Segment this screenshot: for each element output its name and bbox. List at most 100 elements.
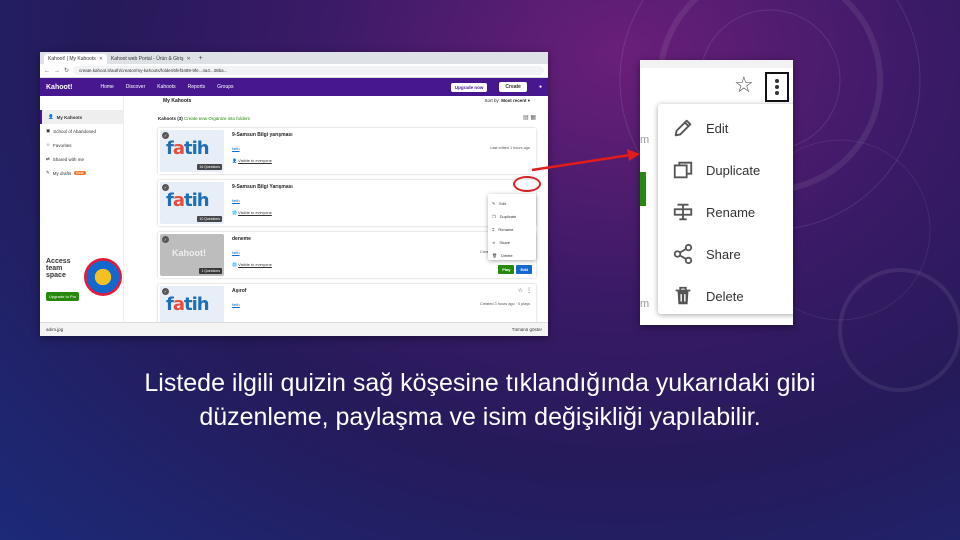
question-count: 16 Questions — [197, 164, 222, 170]
kebab-menu-icon[interactable] — [765, 72, 789, 102]
trash-icon — [675, 286, 691, 305]
sidebar-item-shared[interactable]: ⇄ Shared with me — [40, 152, 123, 166]
nav-groups[interactable]: Groups — [217, 84, 233, 90]
menu-item-delete[interactable]: Delete — [658, 276, 793, 316]
upgrade-button[interactable]: Upgrade now — [450, 82, 488, 92]
create-new-link[interactable]: Create new — [184, 116, 207, 121]
reload-icon[interactable]: ↻ — [64, 67, 69, 74]
context-menu: Edit Duplicate Rename Share Delete — [658, 104, 793, 314]
upgrade-pro-button[interactable]: Upgrade to Pro — [46, 292, 80, 301]
kahoot-placeholder-logo: Kahoot! — [172, 248, 206, 258]
rename-icon: ⌶ — [492, 227, 495, 232]
fatih-logo: fatih — [166, 294, 210, 315]
kahoot-thumbnail: ✓ fatih 16 Questions — [160, 130, 224, 172]
kahoot-author[interactable]: fatih — [232, 250, 240, 255]
kahoot-meta: Last edited 1 hours ago — [490, 146, 530, 150]
address-bar: ← → ↻ create.kahoot.it/auth/creator/my-k… — [40, 64, 548, 78]
download-file[interactable]: adım.jpg — [46, 327, 63, 332]
menu-item-share[interactable]: Share — [658, 234, 793, 274]
highlight-circle — [513, 176, 541, 192]
forward-icon[interactable]: → — [54, 68, 60, 74]
kahoot-visibility: 👤 Visible to everyone — [232, 158, 272, 163]
kahoot-card[interactable]: ✓ fatih 16 Questions 9-Samsun Bilgi yarı… — [158, 128, 536, 174]
nav-home[interactable]: Home — [100, 84, 113, 90]
breadcrumb: Kahoots (3) Create new Organize into fol… — [158, 116, 250, 121]
kahoot-visibility: 🌐 Visible to everyone — [232, 262, 272, 267]
sidebar-item-drafts[interactable]: ✎ My drafts Beta — [40, 166, 123, 180]
kahoot-meta: Created 3 hours ago · 0 plays — [479, 302, 530, 306]
cropped-text: m — [640, 298, 650, 310]
view-toggle-icon[interactable]: ▤ ▦ — [523, 114, 536, 121]
star-icon[interactable]: ☆ — [518, 287, 523, 294]
kahoot-card[interactable]: ✓ Kahoot! 1 Questions deneme fatih 🌐 Vis… — [158, 232, 536, 278]
browser-tab-kahoot[interactable]: Kahoot! | My Kahoots ✕ — [44, 54, 107, 64]
back-icon[interactable]: ← — [44, 68, 50, 74]
kahoot-navbar: Kahoot! Home Discover Kahoots Reports Gr… — [40, 78, 548, 96]
kahoot-thumbnail: ✓ Kahoot! 1 Questions — [160, 234, 224, 276]
kahoot-author[interactable]: fatih — [232, 146, 240, 151]
slide-caption: Listede ilgili quizin sağ köşesine tıkla… — [144, 369, 816, 431]
organize-link[interactable]: Organize into folders — [208, 116, 250, 121]
page-title: My Kahoots — [163, 98, 192, 104]
url-field[interactable]: create.kahoot.it/auth/creator/my-kahoots… — [73, 66, 544, 75]
kahoot-author[interactable]: fatih — [232, 198, 240, 203]
pencil-icon — [674, 119, 692, 137]
kahoot-sidebar: 👤 My Kahoots ▣ School of Abandoned ☆ Favori… — [40, 96, 124, 336]
beta-badge: Beta — [74, 171, 86, 175]
star-icon[interactable]: ☆ — [734, 74, 754, 96]
menu-item-rename[interactable]: ⌶ Rename — [488, 223, 536, 236]
duplicate-icon: ❐ — [492, 214, 496, 219]
close-icon[interactable]: ✕ — [186, 54, 190, 64]
duplicate-icon — [673, 161, 693, 179]
menu-item-edit[interactable]: Edit — [658, 108, 793, 148]
avatar[interactable]: ● — [539, 84, 542, 90]
share-icon: ⇄ — [46, 156, 50, 161]
browser-tab-portal[interactable]: Kahoot web Portal - Ürün & Giriş ✕ — [107, 54, 195, 64]
cropped-play-button — [640, 172, 646, 206]
menu-item-duplicate[interactable]: ❐ Duplicate — [488, 210, 536, 223]
pencil-icon: ✎ — [492, 201, 496, 206]
promo-illustration — [84, 258, 122, 296]
sort-control[interactable]: Sort by: Most recent ▾ — [484, 98, 530, 104]
close-icon[interactable]: ✕ — [99, 54, 103, 64]
rename-icon — [673, 203, 693, 221]
browser-screenshot: Kahoot! | My Kahoots ✕ Kahoot web Portal … — [40, 52, 548, 336]
checkbox-icon[interactable]: ✓ — [162, 236, 169, 243]
promo-title: Access team space — [46, 258, 71, 279]
kahoot-title[interactable]: Aşırof — [232, 288, 246, 294]
play-button[interactable]: Play — [498, 265, 515, 274]
menu-item-rename[interactable]: Rename — [658, 192, 793, 232]
sidebar-item-school[interactable]: ▣ School of Abandoned — [40, 124, 123, 138]
menu-item-delete[interactable]: 🗑 Delete — [488, 249, 536, 262]
create-button[interactable]: Create — [499, 82, 527, 92]
kahoot-main: My Kahoots Sort by: Most recent ▾ Kahoot… — [158, 96, 540, 330]
new-tab-icon[interactable]: + — [195, 54, 207, 64]
edit-button[interactable]: Edit — [516, 265, 532, 274]
nav-reports[interactable]: Reports — [188, 84, 206, 90]
browser-tab-bar: Kahoot! | My Kahoots ✕ Kahoot web Portal … — [40, 52, 548, 64]
kahoot-visibility: 🌐 Visible to everyone — [232, 210, 272, 215]
kahoot-title[interactable]: deneme — [232, 236, 251, 242]
sidebar-item-my-kahoots[interactable]: 👤 My Kahoots — [40, 110, 123, 124]
nav-discover[interactable]: Discover — [126, 84, 145, 90]
menu-item-edit[interactable]: ✎ Edit — [488, 197, 536, 210]
question-count: 10 Questions — [197, 216, 222, 222]
fatih-logo: fatih — [166, 190, 210, 211]
zoomed-menu-screenshot: ☆ m m Edit Duplicate Rename Share Delete — [640, 60, 793, 325]
kahoot-title[interactable]: 9-Samsun Bilgi Yarışması — [232, 184, 293, 190]
draft-icon: ✎ — [46, 170, 50, 175]
kahoot-author[interactable]: fatih — [232, 302, 240, 307]
user-icon: 👤 — [48, 114, 54, 119]
share-icon: ⋖ — [492, 240, 496, 245]
team-space-promo: Access team space Upgrade to Pro — [46, 258, 122, 308]
sidebar-item-favorites[interactable]: ☆ Favorites — [40, 138, 123, 152]
kahoot-title[interactable]: 9-Samsun Bilgi yarışması — [232, 132, 293, 138]
kahoot-logo[interactable]: Kahoot! — [46, 84, 72, 91]
kebab-menu-icon[interactable]: ⋮ — [526, 287, 532, 294]
menu-item-duplicate[interactable]: Duplicate — [658, 150, 793, 190]
menu-item-share[interactable]: ⋖ Share — [488, 236, 536, 249]
nav-kahoots[interactable]: Kahoots — [157, 84, 175, 90]
kahoot-thumbnail: ✓ fatih 10 Questions — [160, 182, 224, 224]
show-all-link[interactable]: Tümünü göster — [512, 327, 542, 332]
kahoot-card[interactable]: ✓ fatih 10 Questions 9-Samsun Bilgi Yarı… — [158, 180, 536, 226]
